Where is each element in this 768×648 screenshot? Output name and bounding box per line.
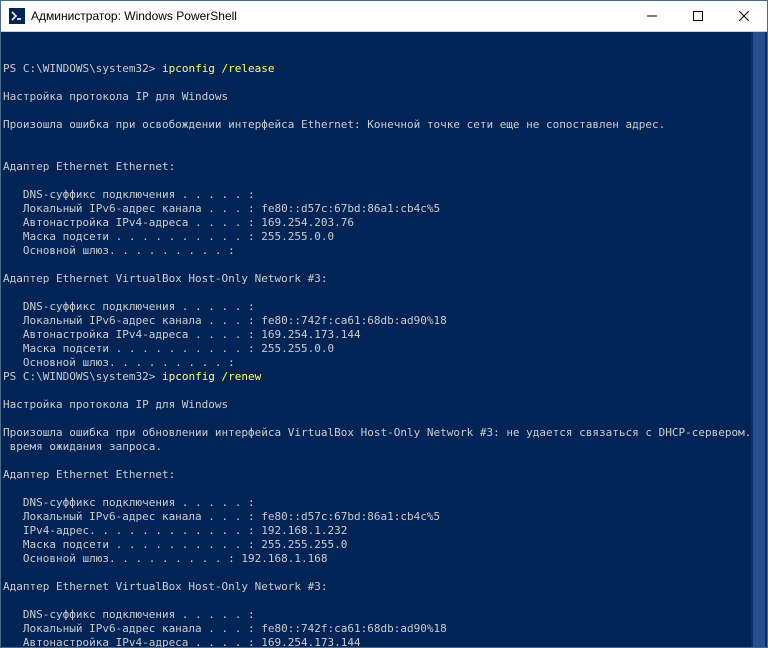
terminal-line: Автонастройка IPv4-адреса . . . . : 169.…	[3, 216, 763, 230]
terminal-line	[3, 286, 763, 300]
terminal-line: DNS-суффикс подключения . . . . . :	[3, 608, 763, 622]
terminal-line: Основной шлюз. . . . . . . . . : 192.168…	[3, 552, 763, 566]
terminal-line: Автонастройка IPv4-адреса . . . . : 169.…	[3, 328, 763, 342]
terminal-line: Адаптер Ethernet Ethernet:	[3, 468, 763, 482]
terminal-line: время ожидания запроса.	[3, 440, 763, 454]
terminal-line: Адаптер Ethernet VirtualBox Host-Only Ne…	[3, 580, 763, 594]
terminal-line: Адаптер Ethernet VirtualBox Host-Only Ne…	[3, 272, 763, 286]
powershell-window: Администратор: Windows PowerShell PS C:\…	[0, 0, 768, 648]
terminal-line: PS C:\WINDOWS\system32> ipconfig /releas…	[3, 62, 763, 76]
terminal-line	[3, 174, 763, 188]
window-controls	[629, 1, 767, 31]
terminal-line: PS C:\WINDOWS\system32> ipconfig /renew	[3, 370, 763, 384]
terminal-line: Основной шлюз. . . . . . . . . :	[3, 356, 763, 370]
terminal-line: Локальный IPv6-адрес канала . . . : fe80…	[3, 314, 763, 328]
terminal-line	[3, 566, 763, 580]
terminal-line: IPv4-адрес. . . . . . . . . . . . : 192.…	[3, 524, 763, 538]
terminal-line	[3, 104, 763, 118]
terminal-line	[3, 76, 763, 90]
terminal-line: Маска подсети . . . . . . . . . . : 255.…	[3, 342, 763, 356]
terminal-line: Основной шлюз. . . . . . . . . :	[3, 244, 763, 258]
terminal-line: Адаптер Ethernet Ethernet:	[3, 160, 763, 174]
scrollbar-thumb[interactable]	[753, 32, 765, 647]
terminal-line	[3, 258, 763, 272]
terminal-line: Маска подсети . . . . . . . . . . : 255.…	[3, 538, 763, 552]
titlebar[interactable]: Администратор: Windows PowerShell	[1, 1, 767, 32]
terminal-line	[3, 454, 763, 468]
close-button[interactable]	[721, 1, 767, 31]
terminal-line: Локальный IPv6-адрес канала . . . : fe80…	[3, 510, 763, 524]
command: ipconfig /renew	[162, 370, 261, 383]
terminal-line	[3, 132, 763, 146]
terminal-line	[3, 146, 763, 160]
terminal-line: Настройка протокола IP для Windows	[3, 398, 763, 412]
terminal-line: Произошла ошибка при обновлении интерфей…	[3, 426, 763, 440]
minimize-button[interactable]	[629, 1, 675, 31]
terminal-line	[3, 384, 763, 398]
terminal-line	[3, 594, 763, 608]
terminal-line: Настройка протокола IP для Windows	[3, 90, 763, 104]
terminal-area[interactable]: PS C:\WINDOWS\system32> ipconfig /releas…	[1, 32, 767, 647]
terminal-line: Произошла ошибка при освобождении интерф…	[3, 118, 763, 132]
prompt: PS C:\WINDOWS\system32>	[3, 370, 162, 383]
terminal-line: Автонастройка IPv4-адреса . . . . : 169.…	[3, 636, 763, 647]
maximize-button[interactable]	[675, 1, 721, 31]
window-title: Администратор: Windows PowerShell	[31, 9, 629, 23]
terminal-line	[3, 482, 763, 496]
terminal-line: DNS-суффикс подключения . . . . . :	[3, 300, 763, 314]
terminal-line: Маска подсети . . . . . . . . . . : 255.…	[3, 230, 763, 244]
terminal-line: Локальный IPv6-адрес канала . . . : fe80…	[3, 622, 763, 636]
powershell-icon	[9, 8, 25, 24]
vertical-scrollbar[interactable]	[751, 32, 767, 647]
command: ipconfig /release	[162, 62, 275, 75]
terminal-line: Локальный IPv6-адрес канала . . . : fe80…	[3, 202, 763, 216]
terminal-line: DNS-суффикс подключения . . . . . :	[3, 496, 763, 510]
prompt: PS C:\WINDOWS\system32>	[3, 62, 162, 75]
terminal-line: DNS-суффикс подключения . . . . . :	[3, 188, 763, 202]
terminal-line	[3, 412, 763, 426]
